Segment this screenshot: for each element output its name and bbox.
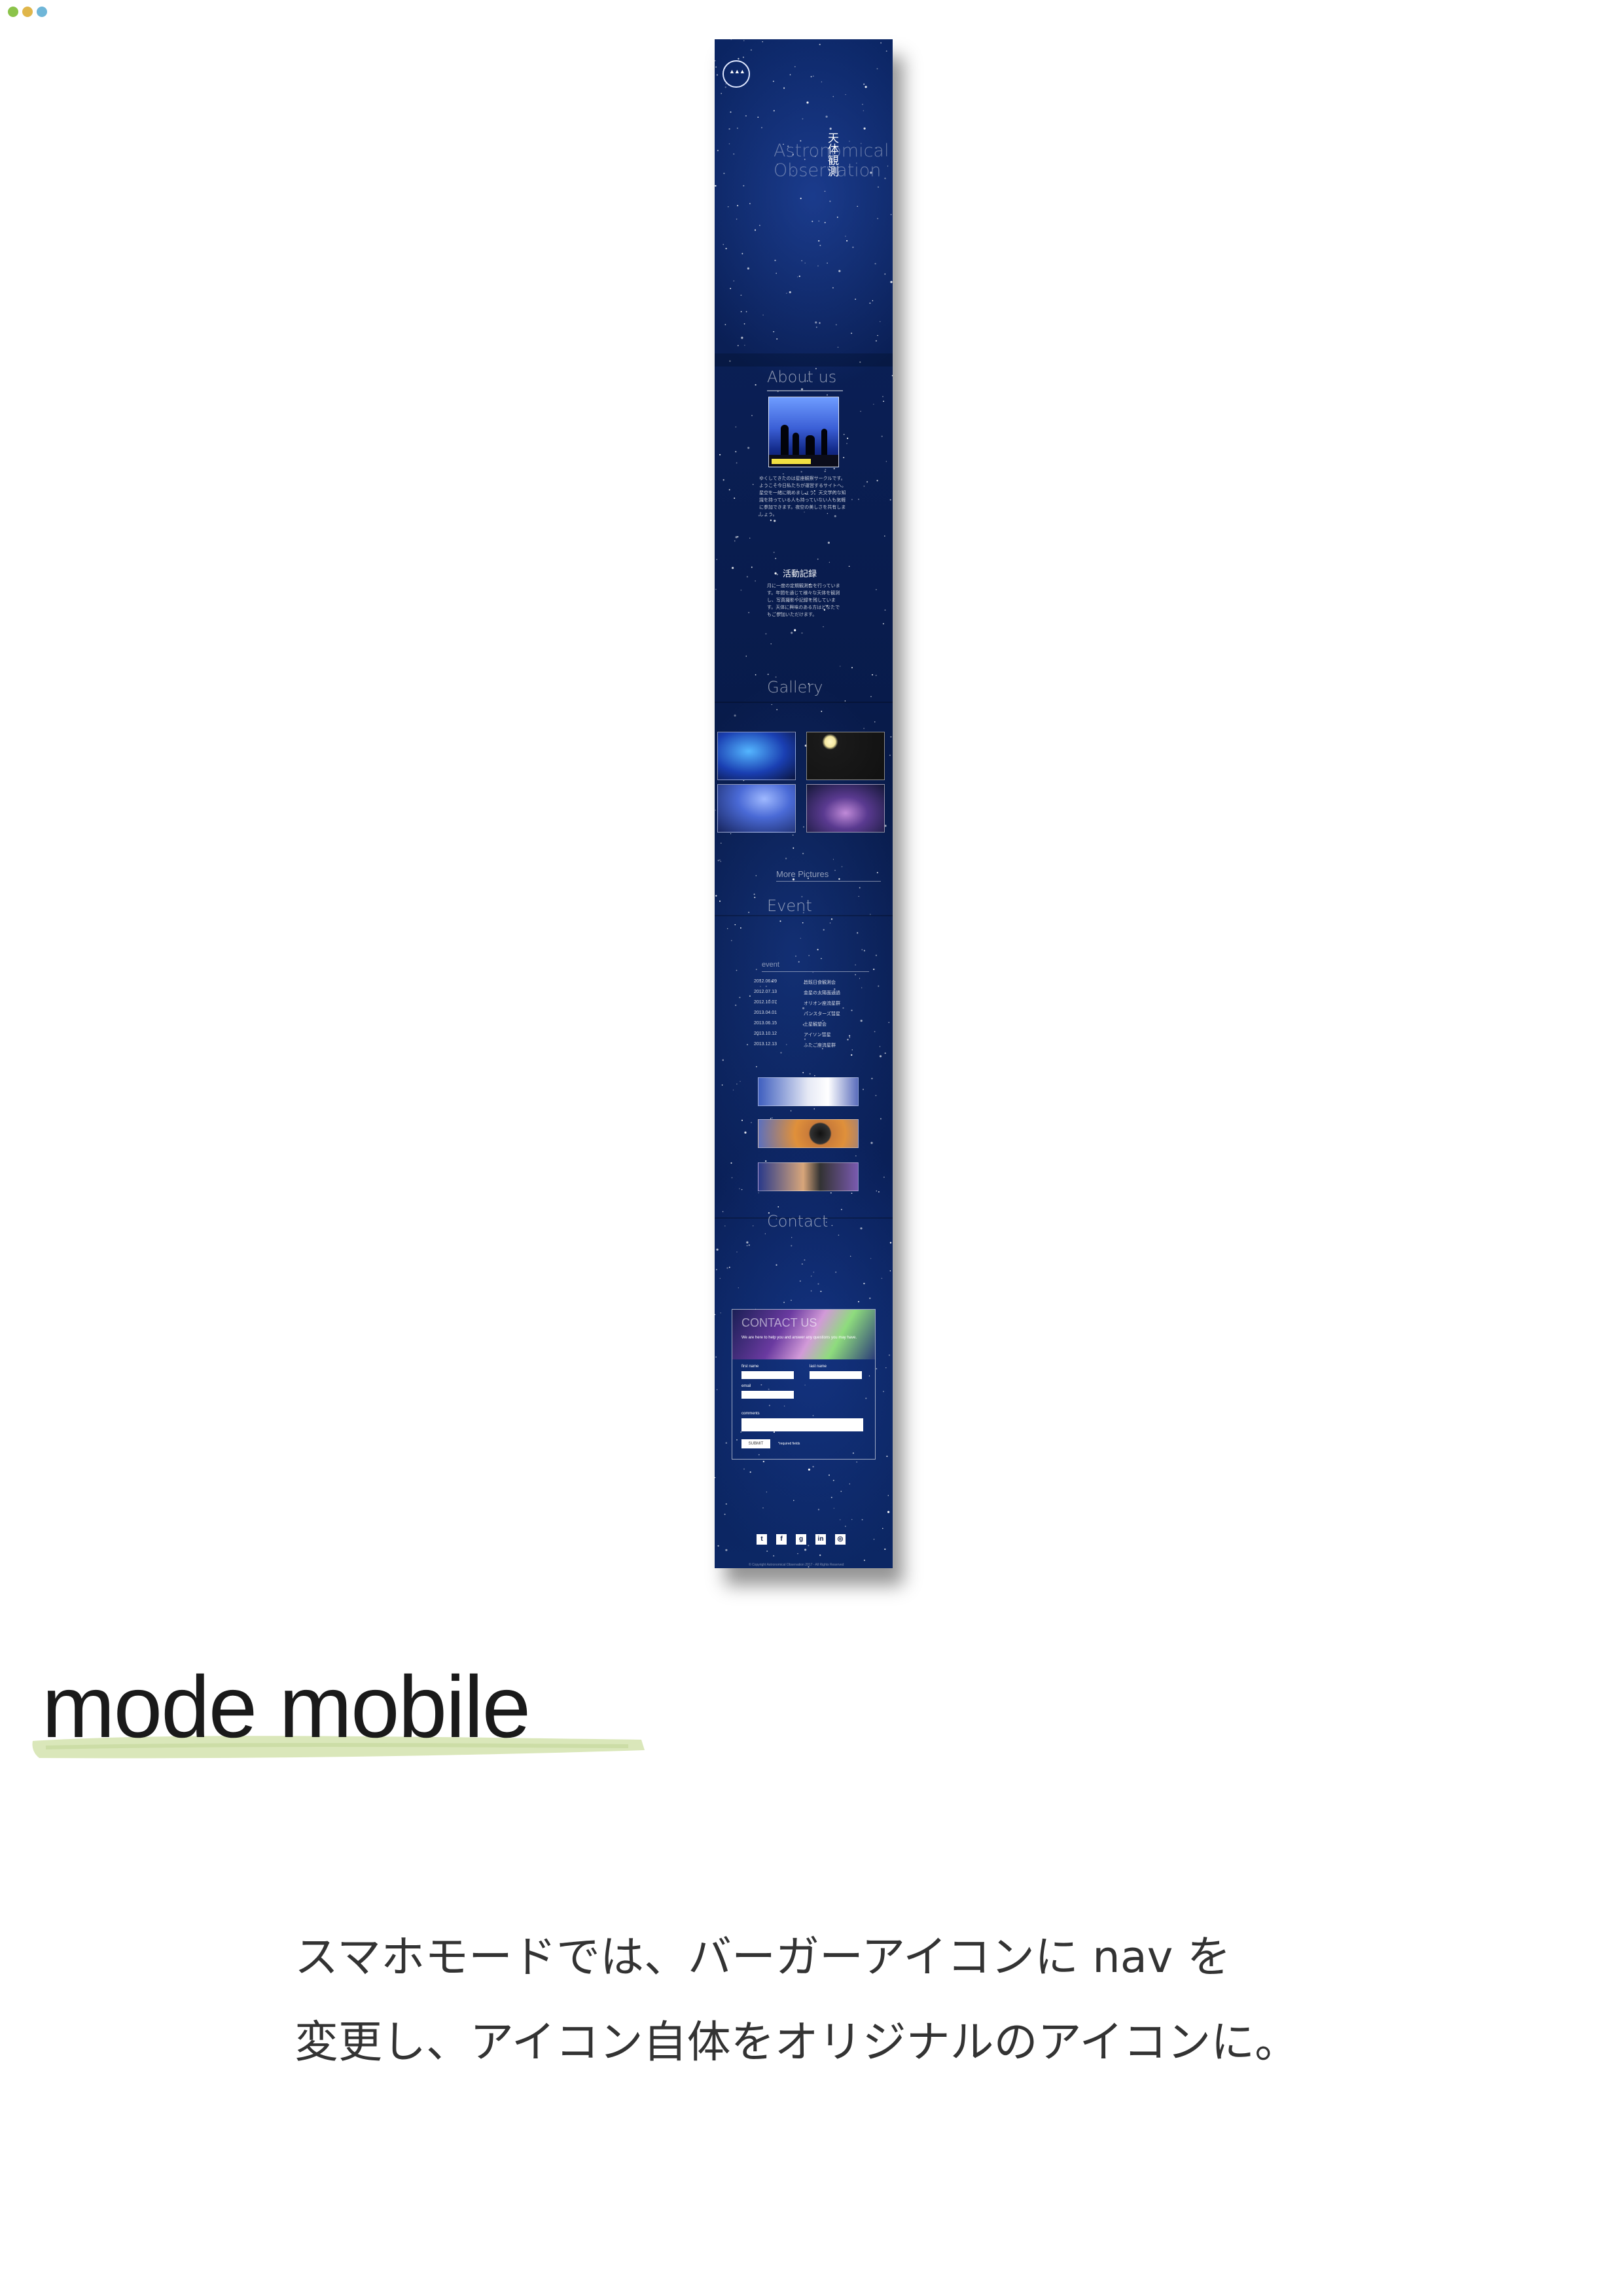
first-name-field[interactable] — [741, 1371, 794, 1379]
description-line-1: スマホモードでは、バーガーアイコンに nav を — [294, 1931, 1231, 1982]
mobile-site-preview: ▲▲▲ Astronomical Observation 天体観測 About … — [715, 39, 893, 1568]
last-name-label: last name — [810, 1365, 827, 1369]
contact-form-title: CONTACT US — [741, 1316, 817, 1329]
event-row: 2013.06.15 土星観望会 — [754, 1021, 859, 1028]
event-date: 2013.06.15 — [754, 1021, 777, 1026]
page-heading: mode mobile — [42, 1659, 531, 1756]
event-name: 土星観望会 — [804, 1022, 827, 1027]
event-banner-telescope[interactable] — [758, 1077, 859, 1106]
email-label: email — [741, 1384, 751, 1388]
about-underline — [767, 390, 843, 391]
event-date: 2012.07.13 — [754, 990, 777, 994]
gallery-thumb-3[interactable] — [717, 784, 796, 833]
copyright: © Copyright Astronomical Observation 201… — [749, 1563, 844, 1567]
event-name: アイソン彗星 — [804, 1033, 831, 1037]
comments-label: comments — [741, 1412, 760, 1416]
record-paragraph: 月に一度の定期観測会を行っています。年間を通じて様々な天体を観測し、写真撮影や記… — [767, 584, 840, 617]
about-heading: About us — [767, 368, 837, 386]
gallery-heading: Gallery — [767, 678, 823, 696]
event-name: 皆既日食観測会 — [804, 980, 836, 985]
contact-heading: Contact — [767, 1212, 829, 1230]
contact-form-subtitle: We are here to help you and answer any q… — [741, 1336, 857, 1340]
more-pictures-underline — [776, 881, 881, 882]
event-banner-binoculars[interactable] — [758, 1162, 859, 1191]
event-table-underline — [762, 971, 869, 972]
event-date: 2012.10.07 — [754, 1000, 777, 1005]
description-line-2: 変更し、アイコン自体をオリジナルのアイコンに。 — [294, 2017, 1299, 2068]
gallery-thumb-4[interactable] — [806, 784, 885, 833]
gallery-thumb-1[interactable] — [717, 732, 796, 780]
logo-icon[interactable]: ▲▲▲ — [722, 60, 750, 88]
close-dot[interactable] — [8, 7, 18, 17]
window-controls — [8, 7, 47, 17]
event-date: 2013.12.13 — [754, 1042, 777, 1047]
event-row: 2013.04.01 パンスターズ彗星 — [754, 1011, 859, 1017]
event-date: 2012.06.09 — [754, 979, 777, 984]
event-date: 2013.10.12 — [754, 1031, 777, 1036]
event-row: 2013.12.13 ふたご座流星群 — [754, 1042, 859, 1049]
instagram-icon[interactable]: ◎ — [835, 1534, 846, 1545]
gallery-thumb-2[interactable] — [806, 732, 885, 780]
facebook-icon[interactable]: f — [776, 1534, 787, 1545]
event-name: ふたご座流星群 — [804, 1043, 836, 1048]
event-row: 2012.10.07 オリオン座流星群 — [754, 1000, 859, 1007]
event-name: オリオン座流星群 — [804, 1001, 840, 1006]
google-plus-icon[interactable]: g — [796, 1534, 806, 1545]
linkedin-icon[interactable]: in — [815, 1534, 826, 1545]
contact-form: CONTACT US We are here to help you and a… — [732, 1309, 876, 1460]
event-table-label: event — [762, 961, 779, 969]
submit-button[interactable]: SUBMIT — [741, 1439, 770, 1448]
event-date: 2013.04.01 — [754, 1011, 777, 1015]
event-name: 金星の太陽面通過 — [804, 991, 840, 996]
required-note: *required fields — [778, 1442, 800, 1446]
event-row: 2012.06.09 皆既日食観測会 — [754, 979, 859, 986]
first-name-label: first name — [741, 1365, 759, 1369]
minimize-dot[interactable] — [22, 7, 33, 17]
social-links: t f g in ◎ — [757, 1534, 846, 1545]
about-photo — [768, 397, 839, 467]
twitter-icon[interactable]: t — [757, 1534, 767, 1545]
email-field[interactable] — [741, 1391, 794, 1399]
last-name-field[interactable] — [810, 1371, 862, 1379]
maximize-dot[interactable] — [37, 7, 47, 17]
record-heading: 活動記録 — [783, 569, 817, 579]
event-row: 2013.10.12 アイソン彗星 — [754, 1031, 859, 1038]
event-row: 2012.07.13 金星の太陽面通過 — [754, 990, 859, 996]
event-name: パンスターズ彗星 — [804, 1012, 840, 1016]
about-paragraph: ゆくしてきたのは星座観察サークルです。ようこそ今日私たちが運営するサイトへ。星空… — [759, 476, 846, 517]
event-banner-compass[interactable] — [758, 1119, 859, 1148]
more-pictures-link[interactable]: More Pictures — [776, 869, 829, 879]
hero-title-jp: 天体観測 — [825, 132, 838, 177]
comments-field[interactable] — [741, 1418, 863, 1431]
event-heading: Event — [767, 897, 812, 915]
